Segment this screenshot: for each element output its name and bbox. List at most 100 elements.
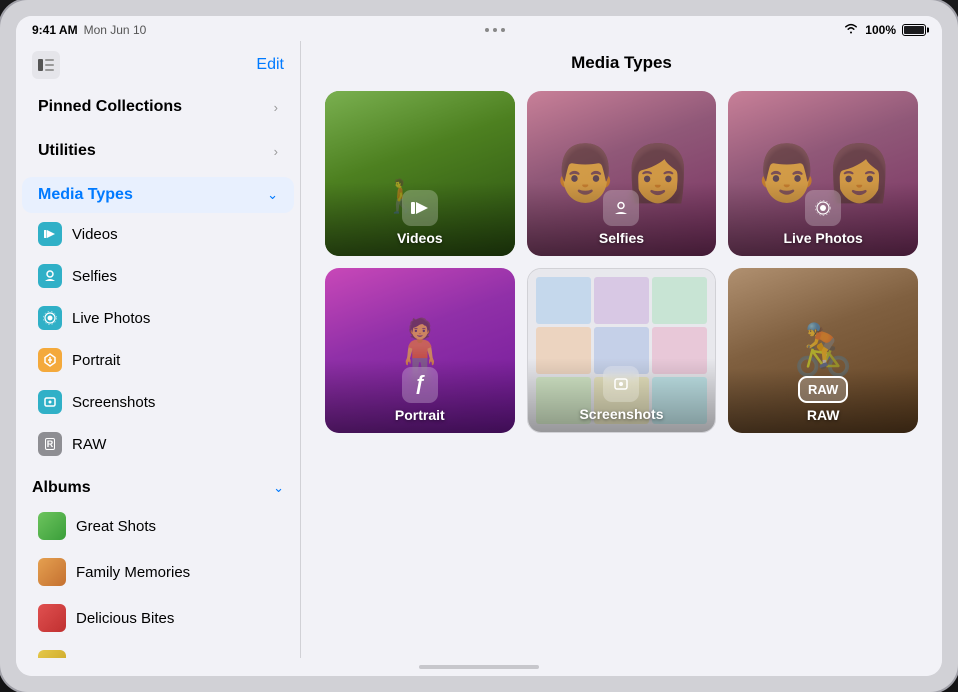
main-panel: Media Types 🚶 bbox=[301, 41, 942, 658]
videos-label-container: Videos bbox=[325, 182, 515, 256]
home-bar bbox=[419, 665, 539, 669]
tile-selfies[interactable]: 👨 👩 Selfies bbox=[527, 91, 717, 256]
tile-screenshots[interactable]: Screenshots bbox=[527, 268, 717, 433]
family-memories-left: Family Memories bbox=[38, 558, 190, 586]
pinned-left: Pinned Collections bbox=[38, 98, 182, 116]
portrait-icon bbox=[38, 348, 62, 372]
screenshots-label-container: Screenshots bbox=[528, 358, 716, 432]
battery-fill bbox=[904, 26, 924, 34]
sidebar-item-in-the-sun[interactable]: In the Sun bbox=[22, 641, 294, 658]
ss-3 bbox=[652, 277, 707, 324]
sidebar-item-raw[interactable]: R RAW bbox=[22, 423, 294, 465]
media-tiles-grid: 🚶 Videos bbox=[301, 83, 942, 453]
in-the-sun-thumb bbox=[38, 650, 66, 658]
sidebar-item-utilities[interactable]: Utilities › bbox=[22, 133, 294, 169]
videos-label: Videos bbox=[72, 226, 118, 243]
sidebar: Edit Pinned Collections › bbox=[16, 41, 301, 658]
sidebar-item-media-types[interactable]: Media Types ⌄ bbox=[22, 177, 294, 213]
utilities-label: Utilities bbox=[38, 142, 96, 160]
tile-raw[interactable]: 🚴 RAW RAW bbox=[728, 268, 918, 433]
sidebar-item-pinned-collections[interactable]: Pinned Collections › bbox=[22, 89, 294, 125]
dot1 bbox=[485, 28, 489, 32]
sidebar-header: Edit bbox=[16, 41, 300, 87]
ss-1 bbox=[536, 277, 591, 324]
dot2 bbox=[493, 28, 497, 32]
media-types-label: Media Types bbox=[38, 186, 133, 204]
videos-tile-icon bbox=[402, 190, 438, 226]
utilities-section: Utilities › bbox=[16, 131, 300, 171]
selfies-label: Selfies bbox=[72, 268, 117, 285]
media-types-chevron-icon: ⌄ bbox=[267, 187, 278, 203]
dot3 bbox=[501, 28, 505, 32]
screenshots-tile-icon bbox=[603, 366, 639, 402]
family-memories-thumb bbox=[38, 558, 66, 586]
selfies-label-container: Selfies bbox=[527, 182, 717, 256]
selfies-tile-label: Selfies bbox=[599, 230, 644, 246]
status-right: 100% bbox=[843, 22, 926, 37]
sidebar-item-selfies[interactable]: Selfies bbox=[22, 255, 294, 297]
livephotos-icon bbox=[38, 306, 62, 330]
home-indicator bbox=[16, 658, 942, 676]
delicious-bites-thumb bbox=[38, 604, 66, 632]
great-shots-label: Great Shots bbox=[76, 518, 156, 535]
selfies-icon bbox=[38, 264, 62, 288]
delicious-bites-left: Delicious Bites bbox=[38, 604, 174, 632]
family-memories-label: Family Memories bbox=[76, 564, 190, 581]
livephotos-label-container: Live Photos bbox=[728, 182, 918, 256]
albums-chevron-icon: ⌄ bbox=[273, 480, 284, 496]
tile-videos[interactable]: 🚶 Videos bbox=[325, 91, 515, 256]
delicious-bites-label: Delicious Bites bbox=[76, 610, 174, 627]
livephotos-label: Live Photos bbox=[72, 310, 150, 327]
portrait-label: Portrait bbox=[72, 352, 120, 369]
date: Mon Jun 10 bbox=[84, 23, 147, 37]
utilities-chevron-icon: › bbox=[274, 144, 278, 159]
battery-label: 100% bbox=[865, 23, 896, 37]
portrait-label-container: ƒ Portrait bbox=[325, 359, 515, 433]
albums-header[interactable]: Albums ⌄ bbox=[16, 471, 300, 501]
selfies-tile-icon bbox=[603, 190, 639, 226]
videos-icon-label: Videos bbox=[335, 190, 505, 246]
albums-section: Great Shots Family Memories Delicious Bi… bbox=[16, 501, 300, 658]
livephotos-left: Live Photos bbox=[38, 306, 150, 330]
media-types-left: Media Types bbox=[38, 186, 133, 204]
portrait-tile-label: Portrait bbox=[395, 407, 445, 423]
raw-tile-label: RAW bbox=[807, 407, 840, 423]
pinned-collections-label: Pinned Collections bbox=[38, 98, 182, 116]
screenshots-left: Screenshots bbox=[38, 390, 155, 414]
sidebar-item-great-shots[interactable]: Great Shots bbox=[22, 503, 294, 549]
albums-label: Albums bbox=[32, 479, 91, 497]
videos-left: Videos bbox=[38, 222, 118, 246]
media-types-section: Media Types ⌄ Videos bbox=[16, 175, 300, 467]
sidebar-item-screenshots[interactable]: Screenshots bbox=[22, 381, 294, 423]
sidebar-item-family-memories[interactable]: Family Memories bbox=[22, 549, 294, 595]
videos-icon bbox=[38, 222, 62, 246]
status-bar: 9:41 AM Mon Jun 10 100% bbox=[16, 16, 942, 41]
time: 9:41 AM bbox=[32, 23, 78, 37]
great-shots-thumb bbox=[38, 512, 66, 540]
ipad-screen: 9:41 AM Mon Jun 10 100% bbox=[16, 16, 942, 676]
screenshots-tile-label: Screenshots bbox=[579, 406, 663, 422]
wifi-icon bbox=[843, 22, 859, 37]
utilities-left: Utilities bbox=[38, 142, 96, 160]
sidebar-item-live-photos[interactable]: Live Photos bbox=[22, 297, 294, 339]
screenshots-icon bbox=[38, 390, 62, 414]
ipad-frame: 9:41 AM Mon Jun 10 100% bbox=[0, 0, 958, 692]
battery-icon bbox=[902, 24, 926, 36]
page-title: Media Types bbox=[301, 41, 942, 83]
sidebar-item-videos[interactable]: Videos bbox=[22, 213, 294, 255]
sidebar-toggle-icon[interactable] bbox=[32, 51, 60, 79]
selfies-left: Selfies bbox=[38, 264, 117, 288]
portrait-tile-icon: ƒ bbox=[402, 367, 438, 403]
videos-tile-label: Videos bbox=[397, 230, 443, 246]
raw-label-container: RAW RAW bbox=[728, 368, 918, 433]
raw-label: RAW bbox=[72, 436, 106, 453]
sidebar-item-portrait[interactable]: Portrait bbox=[22, 339, 294, 381]
pinned-collections-section: Pinned Collections › bbox=[16, 87, 300, 127]
raw-left: R RAW bbox=[38, 432, 106, 456]
tile-live-photos[interactable]: 👨 👩 bbox=[728, 91, 918, 256]
livephotos-tile-icon bbox=[805, 190, 841, 226]
sidebar-item-delicious-bites[interactable]: Delicious Bites bbox=[22, 595, 294, 641]
edit-button[interactable]: Edit bbox=[256, 56, 284, 74]
tile-portrait[interactable]: 🧍 ƒ Portrait bbox=[325, 268, 515, 433]
screenshots-label: Screenshots bbox=[72, 394, 155, 411]
